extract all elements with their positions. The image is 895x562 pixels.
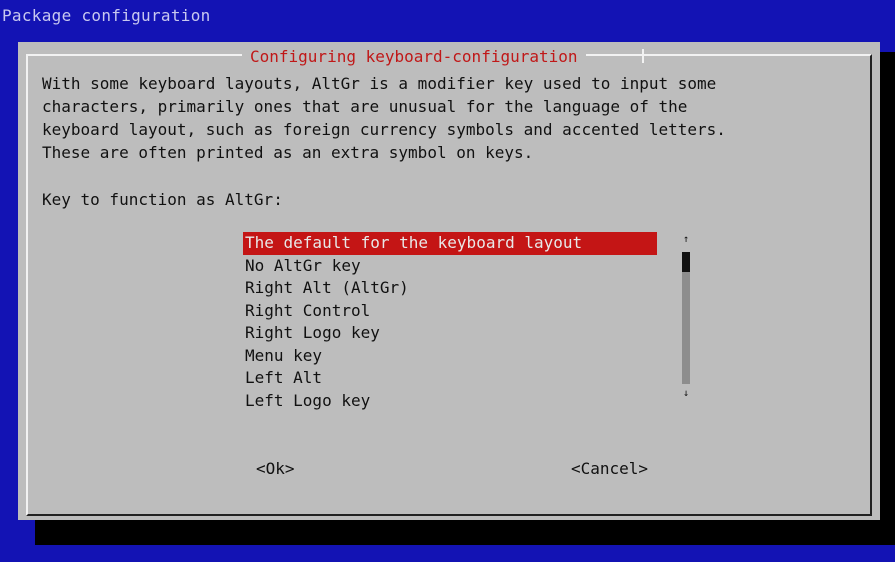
terminal-screen: Package configuration Configuring keyboa… — [0, 0, 895, 562]
screen-title: Package configuration — [2, 6, 211, 25]
list-item-default-layout[interactable]: The default for the keyboard layout — [243, 232, 657, 255]
title-right-tick — [642, 49, 644, 63]
cancel-button[interactable]: <Cancel> — [571, 458, 648, 480]
list-item-no-altgr[interactable]: No AltGr key — [243, 255, 663, 278]
scroll-up-arrow-icon[interactable]: ↑ — [680, 234, 692, 246]
dialog-description: With some keyboard layouts, AltGr is a m… — [42, 74, 726, 162]
list-item-left-logo[interactable]: Left Logo key — [243, 390, 663, 413]
list-item-right-alt[interactable]: Right Alt (AltGr) — [243, 277, 663, 300]
list-item-left-alt[interactable]: Left Alt — [243, 367, 663, 390]
list-item-right-logo[interactable]: Right Logo key — [243, 322, 663, 345]
list-item-menu-key[interactable]: Menu key — [243, 345, 663, 368]
list-scrollbar[interactable]: ↑ ↓ — [680, 234, 692, 402]
config-dialog: Configuring keyboard-configuration With … — [18, 42, 880, 520]
dialog-prompt: Key to function as AltGr: — [42, 190, 283, 209]
scroll-thumb[interactable] — [682, 252, 690, 272]
scroll-track[interactable] — [682, 252, 690, 384]
ok-button[interactable]: <Ok> — [256, 458, 295, 480]
dialog-title: Configuring keyboard-configuration — [242, 47, 586, 67]
altgr-option-list[interactable]: The default for the keyboard layout No A… — [243, 232, 663, 412]
list-item-right-control[interactable]: Right Control — [243, 300, 663, 323]
scroll-down-arrow-icon[interactable]: ↓ — [680, 388, 692, 400]
